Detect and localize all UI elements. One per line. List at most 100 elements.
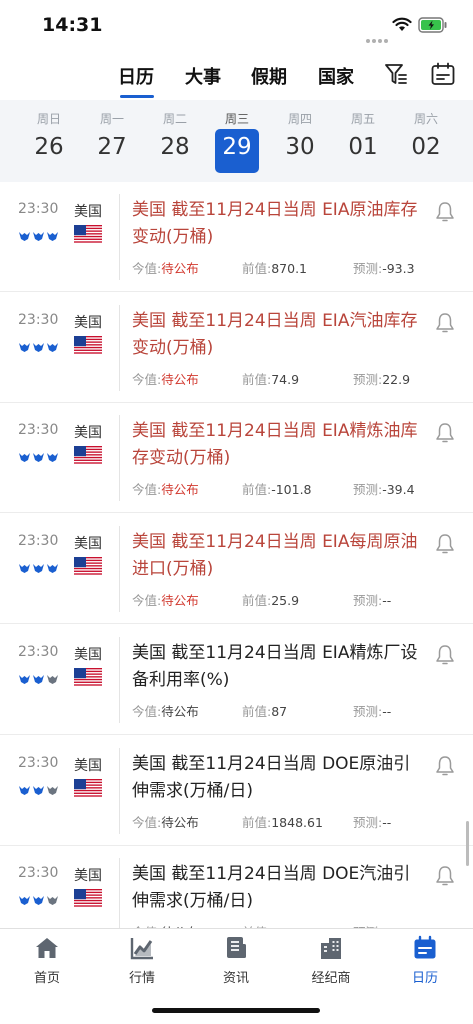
bell-icon[interactable] <box>435 533 455 555</box>
scrollbar[interactable] <box>466 821 469 866</box>
tab-label: 行情 <box>128 971 155 986</box>
event-title[interactable]: 美国 截至11月24日当周 EIA精炼厂设备利用率(%) <box>132 640 422 694</box>
tab-label: 经纪商 <box>311 971 351 986</box>
importance-star-icon <box>47 342 58 352</box>
importance-star-icon <box>47 785 58 795</box>
event-title[interactable]: 美国 截至11月24日当周 EIA汽油库存变动(万桶) <box>132 308 422 362</box>
tab-holidays[interactable]: 假期 <box>251 63 287 89</box>
weekday-label: 周二 <box>162 112 187 126</box>
day-cell[interactable]: 周四 30 <box>274 100 326 182</box>
event-row[interactable]: 23:30 美国 美国 截至11月24日当周 EIA原油库存变动(万桶) 今值:待公布… <box>0 182 473 292</box>
tab-calendar-bottom[interactable]: 日历 <box>385 929 465 989</box>
us-flag-icon <box>74 667 102 687</box>
previous-value: 870.1 <box>271 261 308 276</box>
actual-value: 待公布 <box>161 371 199 387</box>
importance-star-icon <box>19 453 30 463</box>
importance-star-icon <box>47 674 58 684</box>
day-cell[interactable]: 周一 27 <box>86 100 138 182</box>
filter-icon[interactable] <box>383 61 409 87</box>
previous-value-field: 前值:-101.8 <box>242 479 312 498</box>
forecast-label: 预测: <box>353 482 383 498</box>
importance-star-icon <box>47 564 58 574</box>
us-flag-icon <box>74 557 102 577</box>
actual-value: 待公布 <box>161 593 199 609</box>
status-bar: 14:31 <box>0 0 473 50</box>
day-cell[interactable]: 周五 01 <box>337 100 389 182</box>
date-number: 26 <box>34 134 64 160</box>
previous-value-field: 前值:25.9 <box>242 590 299 609</box>
bell-icon[interactable] <box>435 865 455 887</box>
event-row[interactable]: 23:30 美国 美国 截至11月24日当周 DOE原油引伸需求(万桶/日) 今值:待… <box>0 736 473 846</box>
forecast-value-field: 预测:-93.3 <box>353 258 415 277</box>
date-number: 28 <box>160 134 190 160</box>
weekday-label: 周三 <box>224 112 249 126</box>
tab-market[interactable]: 行情 <box>102 929 182 989</box>
previous-label: 前值: <box>242 703 272 719</box>
tab-news[interactable]: 资讯 <box>196 929 276 989</box>
actual-value-field: 今值:待公布 <box>132 369 199 388</box>
forecast-value: -93.3 <box>382 261 415 276</box>
event-title[interactable]: 美国 截至11月24日当周 DOE汽油引伸需求(万桶/日) <box>132 861 422 915</box>
actual-label: 今值: <box>132 593 162 609</box>
forecast-label: 预测: <box>353 261 383 276</box>
previous-value: 25.9 <box>271 593 300 609</box>
event-title[interactable]: 美国 截至11月24日当周 EIA精炼油库存变动(万桶) <box>132 418 422 472</box>
forecast-value: 22.9 <box>382 371 411 387</box>
forecast-value: -39.4 <box>382 482 415 498</box>
forecast-value-field: 预测:-- <box>353 701 391 720</box>
us-flag-icon <box>74 778 102 798</box>
bell-icon[interactable] <box>435 755 455 777</box>
us-flag-icon <box>74 446 102 466</box>
forecast-value-field: 预测:-- <box>353 590 391 609</box>
bell-icon[interactable] <box>435 422 455 444</box>
event-country: 美国 <box>74 314 102 331</box>
importance-star-icon <box>47 896 58 906</box>
tab-events[interactable]: 大事 <box>185 63 221 89</box>
actual-value-field: 今值:待公布 <box>132 701 199 720</box>
actual-label: 今值: <box>132 261 162 276</box>
weekday-label: 周五 <box>350 112 375 126</box>
event-row[interactable]: 23:30 美国 美国 截至11月24日当周 EIA精炼油库存变动(万桶) 今值:待公… <box>0 403 473 514</box>
event-row[interactable]: 23:30美国美国 截至11月24日当周 DOE汽油引伸需求(万桶/日)今值:待… <box>0 846 473 928</box>
weekday-label: 周六 <box>413 112 438 126</box>
forecast-value: -- <box>382 703 392 719</box>
calendar-icon[interactable] <box>430 61 456 87</box>
event-title[interactable]: 美国 截至11月24日当周 EIA原油库存变动(万桶) <box>132 197 422 251</box>
tab-brokers[interactable]: 经纪商 <box>291 929 371 989</box>
actual-value-field: 今值:待公布 <box>132 479 199 498</box>
tab-calendar[interactable]: 日历 <box>118 63 154 89</box>
bell-icon[interactable] <box>435 201 455 223</box>
previous-value-field: 前值:87 <box>242 701 287 720</box>
tab-label: 资讯 <box>222 971 249 986</box>
forecast-value-field: 预测:22.9 <box>353 369 410 388</box>
actual-label: 今值: <box>132 482 162 498</box>
event-list[interactable]: 23:30 美国 美国 截至11月24日当周 EIA原油库存变动(万桶) 今值:待公布… <box>0 182 473 928</box>
tab-countries[interactable]: 国家 <box>318 63 354 89</box>
day-cell[interactable]: 周二 28 <box>149 100 201 182</box>
importance-star-icon <box>47 232 58 241</box>
previous-value: 87 <box>271 703 288 719</box>
divider <box>119 526 120 613</box>
tab-label: 日历 <box>411 971 438 986</box>
active-tab-indicator <box>120 95 154 98</box>
day-cell-selected[interactable]: 周三 29 <box>211 100 263 182</box>
event-title[interactable]: 美国 截至11月24日当周 DOE原油引伸需求(万桶/日) <box>132 751 422 805</box>
date-number: 02 <box>411 134 441 160</box>
top-nav: 日历 大事 假期 国家 <box>0 52 473 100</box>
week-strip: 周日 26 周一 27 周二 28 周三 29 周四 30 周五 01 周六 0… <box>0 100 473 182</box>
event-row[interactable]: 23:30 美国 美国 截至11月24日当周 EIA精炼厂设备利用率(%) 今值:待公… <box>0 625 473 735</box>
event-row[interactable]: 23:30 美国 美国 截至11月24日当周 EIA汽油库存变动(万桶) 今值:待公布… <box>0 293 473 403</box>
importance-star-icon <box>19 674 30 684</box>
tab-home[interactable]: 首页 <box>7 929 87 989</box>
event-title[interactable]: 美国 截至11月24日当周 EIA每周原油进口(万桶) <box>132 529 422 583</box>
event-time: 23:30 <box>18 201 59 217</box>
bell-icon[interactable] <box>435 644 455 666</box>
bell-icon[interactable] <box>435 312 455 334</box>
us-flag-icon <box>74 889 102 909</box>
event-row[interactable]: 23:30 美国 美国 截至11月24日当周 EIA每周原油进口(万桶) 今值:待公布… <box>0 514 473 625</box>
home-indicator[interactable] <box>152 1008 320 1013</box>
importance-star-icon <box>33 785 44 795</box>
day-cell[interactable]: 周六 02 <box>400 100 452 182</box>
importance-stars <box>18 338 60 352</box>
day-cell[interactable]: 周日 26 <box>23 100 75 182</box>
